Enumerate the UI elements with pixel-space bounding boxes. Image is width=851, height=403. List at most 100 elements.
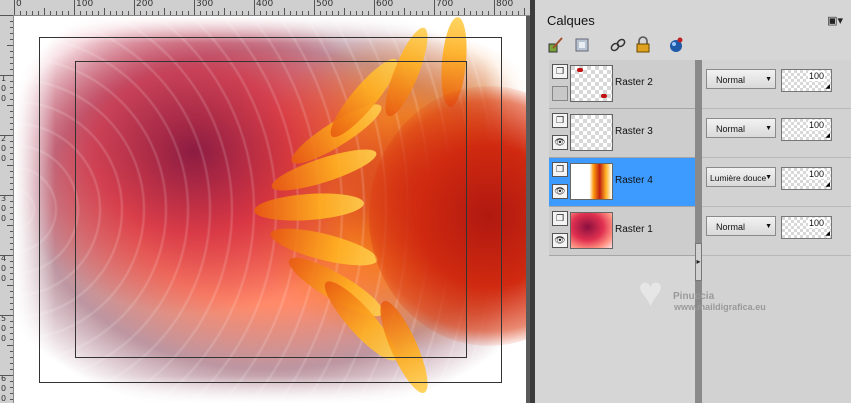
ruler-tick (0, 255, 13, 256)
opacity-field[interactable]: 100 ◢ (781, 167, 832, 190)
ruler-label: 4 (1, 254, 7, 263)
layer-row-raster-3[interactable]: ❐ 👁 Raster 3 (549, 109, 696, 158)
ruler-tick (260, 11, 261, 15)
ruler-tick (10, 207, 13, 208)
ruler-tick (182, 11, 183, 15)
watermark: ♥ Pinuccia www.maildigrafica.eu (634, 271, 824, 321)
ladybug-mark (577, 68, 583, 72)
ruler-tick (218, 11, 219, 15)
ruler-tick (278, 11, 279, 15)
blend-mode-select[interactable]: Normal ▼ (706, 118, 776, 138)
ruler-tick (10, 309, 13, 310)
ruler-tick (434, 0, 435, 15)
ruler-tick (80, 11, 81, 15)
ruler-tick (230, 11, 231, 15)
blend-mode-select[interactable]: Normal ▼ (706, 69, 776, 89)
layers-panel: Calques ▣▾ ❐ Raster 2 ❐ 👁 Raster 3 ❐ 👁 R… (535, 0, 851, 403)
ruler-tick (104, 8, 105, 15)
ruler-tick (248, 11, 249, 15)
image-canvas[interactable] (14, 16, 526, 403)
ruler-tick (10, 177, 13, 178)
ruler-label: 0 (1, 274, 7, 283)
opacity-value: 100 (807, 120, 825, 130)
resize-corner-icon: ◢ (825, 84, 830, 90)
eye-icon[interactable]: 👁 (552, 233, 568, 248)
layer-row-raster-4[interactable]: ❐ 👁 Raster 4 (549, 158, 696, 207)
layer-thumbnail (570, 65, 613, 102)
blend-mode-value: Normal (716, 222, 746, 232)
ruler-tick (428, 11, 429, 15)
visibility-toggle-off[interactable] (552, 86, 568, 101)
ruler-tick (56, 11, 57, 15)
sphere-icon[interactable] (667, 36, 685, 54)
opacity-field[interactable]: 100 ◢ (781, 69, 832, 92)
layer-scrollbar[interactable] (695, 60, 702, 403)
lock-icon[interactable] (634, 36, 652, 54)
eye-icon[interactable]: 👁 (552, 184, 568, 199)
layer-group-icon[interactable]: ❐ (552, 64, 568, 79)
ruler-tick (440, 11, 441, 15)
ruler-tick (0, 195, 13, 196)
ruler-tick (7, 105, 13, 106)
layer-group-icon[interactable]: ❐ (552, 113, 568, 128)
ruler-tick (176, 11, 177, 15)
ruler-tick (392, 11, 393, 15)
resize-corner-icon: ◢ (825, 231, 830, 237)
layer-thumbnail (570, 114, 613, 151)
ruler-tick (314, 0, 315, 15)
opacity-field[interactable]: 100 ◢ (781, 118, 832, 141)
eye-icon[interactable]: 👁 (552, 135, 568, 150)
ruler-tick (10, 231, 13, 232)
layer-name: Raster 4 (615, 175, 653, 186)
heart-logo-icon: ♥ (638, 268, 663, 315)
blend-mode-select[interactable]: Lumière douce ▼ (706, 167, 776, 187)
layer-name: Raster 2 (615, 77, 653, 88)
layer-props-row: Normal ▼ 100 ◢ (702, 109, 851, 158)
layer-group-icon[interactable]: ❐ (552, 211, 568, 226)
link-icon[interactable] (609, 36, 627, 54)
ruler-tick (68, 11, 69, 15)
blend-mode-value: Normal (716, 75, 746, 85)
mask-icon[interactable] (573, 36, 591, 54)
ruler-label: 0 (1, 94, 7, 103)
layer-name: Raster 1 (615, 224, 653, 235)
ruler-tick (452, 11, 453, 15)
ruler-tick (344, 8, 345, 15)
ruler-tick (10, 339, 13, 340)
ruler-tick (356, 11, 357, 15)
layer-row-raster-2[interactable]: ❐ Raster 2 (549, 60, 696, 109)
dropdown-arrow-icon: ▼ (765, 76, 772, 83)
ruler-tick (10, 273, 13, 274)
ruler-tick (10, 51, 13, 52)
ruler-tick (10, 219, 13, 220)
ruler-tick (380, 11, 381, 15)
ruler-tick (290, 11, 291, 15)
ruler-tick (7, 45, 13, 46)
edit-brush-icon[interactable] (547, 36, 565, 54)
ruler-tick (10, 279, 13, 280)
panel-menu-icon[interactable]: ▣▾ (827, 14, 843, 27)
ruler-label: 400 (256, 0, 274, 9)
ruler-tick (404, 8, 405, 15)
ruler-tick (284, 8, 285, 15)
ruler-tick (158, 11, 159, 15)
ruler-tick (518, 11, 519, 15)
blend-mode-select[interactable]: Normal ▼ (706, 216, 776, 236)
opacity-field[interactable]: 100 ◢ (781, 216, 832, 239)
ruler-tick (10, 393, 13, 394)
ruler-tick (332, 11, 333, 15)
layer-group-icon[interactable]: ❐ (552, 162, 568, 177)
opacity-value: 100 (807, 218, 825, 228)
ruler-tick (10, 291, 13, 292)
ruler-tick (98, 11, 99, 15)
ruler-tick (10, 213, 13, 214)
ruler-tick (86, 11, 87, 15)
watermark-url: www.maildigrafica.eu (674, 302, 766, 312)
panel-title: Calques (547, 13, 595, 28)
ruler-tick (116, 11, 117, 15)
ruler-tick (10, 99, 13, 100)
ruler-tick (386, 11, 387, 15)
ruler-label: 3 (1, 194, 7, 203)
layer-row-raster-1[interactable]: ❐ 👁 Raster 1 (549, 207, 696, 256)
ruler-tick (302, 11, 303, 15)
